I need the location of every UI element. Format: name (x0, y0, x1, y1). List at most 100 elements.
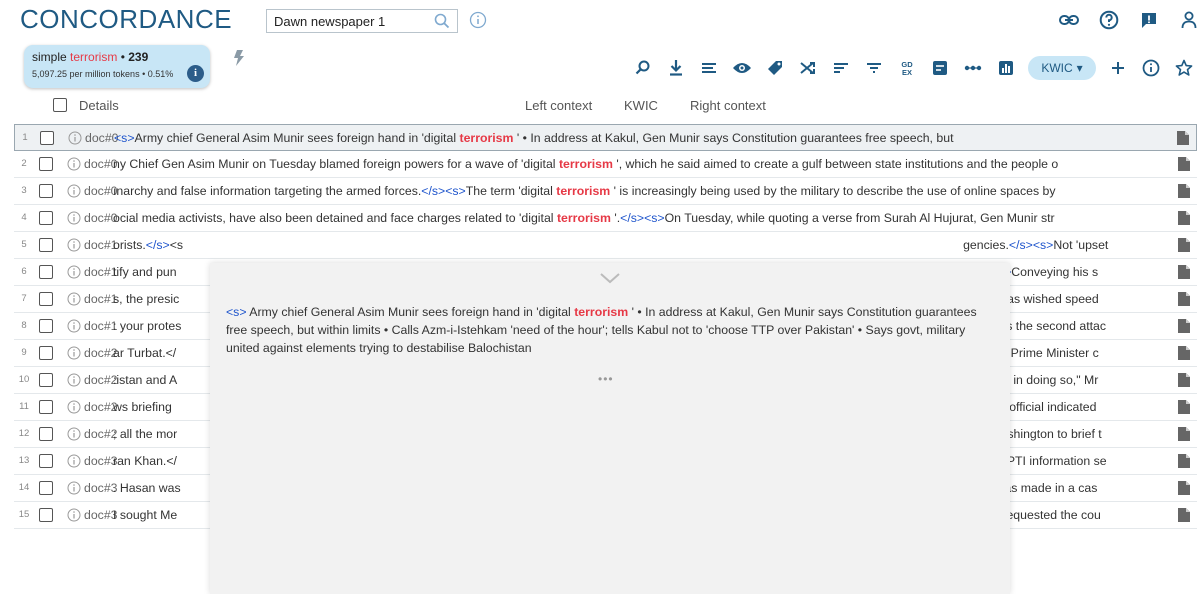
svg-text:EX: EX (902, 68, 912, 77)
add-icon[interactable] (1107, 57, 1129, 79)
copy-icon[interactable] (1177, 291, 1191, 307)
keyword[interactable]: terrorism (556, 184, 610, 198)
copy-icon[interactable] (1177, 480, 1191, 496)
concordance-context[interactable]: ınarchy and false information targeting … (113, 184, 1162, 198)
copy-icon[interactable] (1177, 264, 1191, 280)
query-info-icon[interactable]: i (187, 65, 204, 82)
tag-icon[interactable] (764, 57, 786, 79)
line-number: 9 (21, 347, 27, 358)
line-checkbox[interactable] (39, 157, 53, 171)
line-info-icon[interactable] (67, 427, 81, 441)
keyword[interactable]: terrorism (557, 211, 611, 225)
line-checkbox[interactable] (39, 508, 53, 522)
star-icon[interactable] (1173, 57, 1195, 79)
copy-icon[interactable] (1176, 130, 1190, 146)
line-info-icon[interactable] (67, 157, 81, 171)
line-checkbox[interactable] (39, 454, 53, 468)
query-summary-chip[interactable]: simple terrorism • 239 5,097.25 per mill… (24, 45, 210, 88)
copy-icon[interactable] (1177, 426, 1191, 442)
copy-icon[interactable] (1177, 210, 1191, 226)
collocation-icon[interactable] (962, 57, 984, 79)
corpus-search-input[interactable] (267, 10, 427, 32)
copy-icon[interactable] (1177, 345, 1191, 361)
link-icon[interactable] (1055, 8, 1083, 32)
lines-icon[interactable] (698, 57, 720, 79)
line-info-icon[interactable] (68, 131, 82, 145)
header-right-context[interactable]: Right context (690, 98, 766, 113)
sort-icon[interactable] (830, 57, 852, 79)
line-checkbox[interactable] (40, 131, 54, 145)
line-checkbox[interactable] (39, 427, 53, 441)
line-checkbox[interactable] (39, 238, 53, 252)
chevron-down-icon: ▾ (1076, 61, 1083, 75)
concordance-context[interactable]: ocial media activists, have also been de… (113, 211, 1162, 225)
table-row[interactable]: 3 doc#0 ınarchy and false information targ… (14, 178, 1197, 205)
sentence-tag: <s> (114, 131, 135, 145)
table-row[interactable]: 1 doc#0 <s>Army chief General Asim Munir s… (14, 124, 1197, 151)
line-checkbox[interactable] (39, 319, 53, 333)
line-info-icon[interactable] (67, 238, 81, 252)
line-info-icon[interactable] (67, 346, 81, 360)
line-info-icon[interactable] (67, 481, 81, 495)
table-row[interactable]: 4 doc#0 ocial media activists, have also b… (14, 205, 1197, 232)
user-icon[interactable] (1175, 8, 1203, 32)
line-info-icon[interactable] (67, 211, 81, 225)
select-all-checkbox[interactable] (53, 98, 67, 112)
feedback-icon[interactable] (1135, 8, 1163, 32)
help-icon[interactable] (1095, 8, 1123, 32)
lightning-icon[interactable] (233, 50, 245, 66)
table-row[interactable]: 2 doc#0 ny Chief Gen Asim Munir on Tuesday… (14, 151, 1197, 178)
line-checkbox[interactable] (39, 373, 53, 387)
copy-icon[interactable] (1177, 507, 1191, 523)
gdex-icon[interactable]: GD EX (896, 57, 918, 79)
concordance-context[interactable]: <s>Army chief General Asim Munir sees fo… (114, 131, 1163, 145)
copy-icon[interactable] (1177, 156, 1191, 172)
text-type-icon[interactable] (929, 57, 951, 79)
copy-icon[interactable] (1177, 183, 1191, 199)
keyword[interactable]: terrorism (559, 157, 613, 171)
copy-icon[interactable] (1177, 318, 1191, 334)
line-info-icon[interactable] (67, 508, 81, 522)
sentence-tag: </s> (1008, 238, 1033, 252)
search-icon[interactable] (433, 12, 451, 30)
shuffle-icon[interactable] (797, 57, 819, 79)
expand-context-button[interactable]: ••• (598, 372, 614, 386)
header-kwic[interactable]: KWIC (624, 98, 658, 113)
header-left-context[interactable]: Left context (525, 98, 592, 113)
line-checkbox[interactable] (39, 292, 53, 306)
search-refine-icon[interactable] (632, 57, 654, 79)
line-checkbox[interactable] (39, 346, 53, 360)
line-info-icon[interactable] (67, 184, 81, 198)
table-row[interactable]: 5 doc#1 orists.</s><s gencies.</s><s>Not 'u… (14, 232, 1197, 259)
line-info-icon[interactable] (67, 400, 81, 414)
sentence-tag: <s> (644, 211, 665, 225)
copy-icon[interactable] (1177, 399, 1191, 415)
line-checkbox[interactable] (39, 481, 53, 495)
table-header: Details Left context KWIC Right context (0, 95, 1203, 117)
line-number: 4 (21, 212, 27, 223)
keyword[interactable]: terrorism (459, 131, 513, 145)
line-checkbox[interactable] (39, 184, 53, 198)
line-info-icon[interactable] (67, 319, 81, 333)
frequency-chart-icon[interactable] (995, 57, 1017, 79)
corpus-search-box[interactable] (266, 9, 458, 33)
concordance-context[interactable]: ny Chief Gen Asim Munir on Tuesday blame… (113, 157, 1162, 171)
copy-icon[interactable] (1177, 372, 1191, 388)
line-info-icon[interactable] (67, 454, 81, 468)
line-checkbox[interactable] (39, 211, 53, 225)
chevron-down-icon[interactable] (598, 271, 622, 285)
download-icon[interactable] (665, 57, 687, 79)
info-icon[interactable] (1140, 57, 1162, 79)
line-info-icon[interactable] (67, 265, 81, 279)
line-checkbox[interactable] (39, 265, 53, 279)
view-mode-select[interactable]: KWIC ▾ (1028, 56, 1096, 80)
view-icon[interactable] (731, 57, 753, 79)
info-icon[interactable] (469, 11, 487, 29)
concordance-context[interactable]: orists.</s><s gencies.</s><s>Not 'upset (113, 238, 1162, 252)
copy-icon[interactable] (1177, 453, 1191, 469)
line-info-icon[interactable] (67, 292, 81, 306)
filter-icon[interactable] (863, 57, 885, 79)
line-checkbox[interactable] (39, 400, 53, 414)
line-info-icon[interactable] (67, 373, 81, 387)
copy-icon[interactable] (1177, 237, 1191, 253)
